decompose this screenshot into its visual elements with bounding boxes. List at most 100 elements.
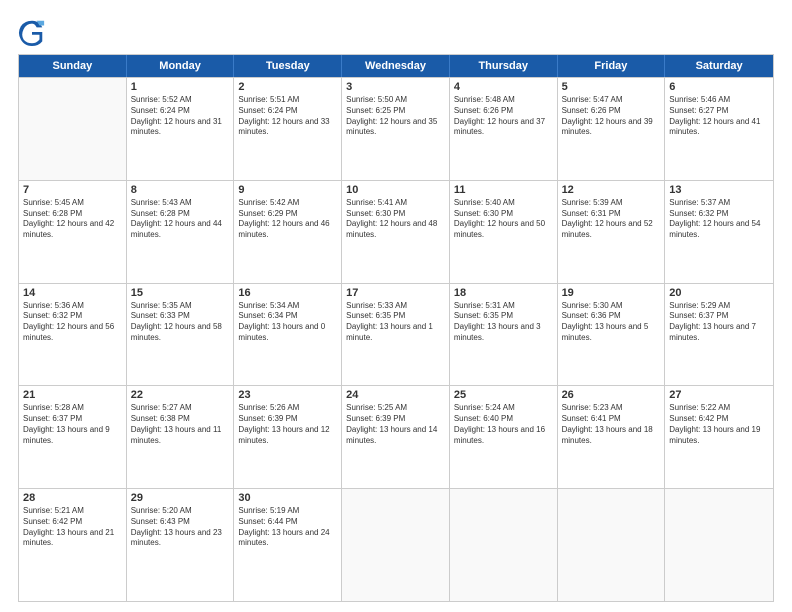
day-info: Sunrise: 5:24 AM Sunset: 6:40 PM Dayligh… <box>454 403 553 446</box>
day-cell-22: 22 Sunrise: 5:27 AM Sunset: 6:38 PM Dayli… <box>127 386 235 488</box>
day-info: Sunrise: 5:42 AM Sunset: 6:29 PM Dayligh… <box>238 198 337 241</box>
day-number: 22 <box>131 389 230 401</box>
day-number: 16 <box>238 287 337 299</box>
day-info: Sunrise: 5:21 AM Sunset: 6:42 PM Dayligh… <box>23 506 122 549</box>
day-number: 9 <box>238 184 337 196</box>
day-cell-28: 28 Sunrise: 5:21 AM Sunset: 6:42 PM Dayli… <box>19 489 127 601</box>
calendar-row-3: 14 Sunrise: 5:36 AM Sunset: 6:32 PM Dayli… <box>19 283 773 386</box>
day-number: 19 <box>562 287 661 299</box>
day-cell-3: 3 Sunrise: 5:50 AM Sunset: 6:25 PM Daylig… <box>342 78 450 180</box>
day-number: 1 <box>131 81 230 93</box>
header-day-friday: Friday <box>558 55 666 77</box>
day-info: Sunrise: 5:45 AM Sunset: 6:28 PM Dayligh… <box>23 198 122 241</box>
day-number: 12 <box>562 184 661 196</box>
day-cell-15: 15Sunrise: 5:35 AM Sunset: 6:33 PM Dayli… <box>127 284 235 386</box>
page: SundayMondayTuesdayWednesdayThursdayFrid… <box>0 0 792 612</box>
day-number: 17 <box>346 287 445 299</box>
day-info: Sunrise: 5:47 AM Sunset: 6:26 PM Dayligh… <box>562 95 661 138</box>
day-number: 30 <box>238 492 337 504</box>
header-day-thursday: Thursday <box>450 55 558 77</box>
day-cell-12: 12 Sunrise: 5:39 AM Sunset: 6:31 PM Dayli… <box>558 181 666 283</box>
day-cell-16: 16 Sunrise: 5:34 AM Sunset: 6:34 PM Dayli… <box>234 284 342 386</box>
day-info: Sunrise: 5:25 AM Sunset: 6:39 PM Dayligh… <box>346 403 445 446</box>
day-number: 4 <box>454 81 553 93</box>
day-number: 21 <box>23 389 122 401</box>
day-info: Sunrise: 5:48 AM Sunset: 6:26 PM Dayligh… <box>454 95 553 138</box>
day-info: Sunrise: 5:30 AM Sunset: 6:36 PM Dayligh… <box>562 301 661 344</box>
day-info: Sunrise: 5:34 AM Sunset: 6:34 PM Dayligh… <box>238 301 337 344</box>
calendar-row-2: 7 Sunrise: 5:45 AM Sunset: 6:28 PM Daylig… <box>19 180 773 283</box>
calendar-header: SundayMondayTuesdayWednesdayThursdayFrid… <box>19 55 773 77</box>
day-cell-21: 21 Sunrise: 5:28 AM Sunset: 6:37 PM Dayli… <box>19 386 127 488</box>
day-number: 8 <box>131 184 230 196</box>
day-info: Sunrise: 5:51 AM Sunset: 6:24 PM Dayligh… <box>238 95 337 138</box>
day-info: Sunrise: 5:43 AM Sunset: 6:28 PM Dayligh… <box>131 198 230 241</box>
day-cell-13: 13 Sunrise: 5:37 AM Sunset: 6:32 PM Dayli… <box>665 181 773 283</box>
day-info: Sunrise: 5:52 AM Sunset: 6:24 PM Dayligh… <box>131 95 230 138</box>
day-info: Sunrise: 5:26 AM Sunset: 6:39 PM Dayligh… <box>238 403 337 446</box>
day-cell-17: 17 Sunrise: 5:33 AM Sunset: 6:35 PM Dayli… <box>342 284 450 386</box>
day-info: Sunrise: 5:41 AM Sunset: 6:30 PM Dayligh… <box>346 198 445 241</box>
day-cell-19: 19 Sunrise: 5:30 AM Sunset: 6:36 PM Dayli… <box>558 284 666 386</box>
empty-cell <box>558 489 666 601</box>
calendar-row-5: 28 Sunrise: 5:21 AM Sunset: 6:42 PM Dayli… <box>19 488 773 601</box>
day-info: Sunrise: 5:27 AM Sunset: 6:38 PM Dayligh… <box>131 403 230 446</box>
calendar-row-4: 21 Sunrise: 5:28 AM Sunset: 6:37 PM Dayli… <box>19 385 773 488</box>
calendar: SundayMondayTuesdayWednesdayThursdayFrid… <box>18 54 774 602</box>
day-cell-10: 10 Sunrise: 5:41 AM Sunset: 6:30 PM Dayli… <box>342 181 450 283</box>
day-cell-7: 7 Sunrise: 5:45 AM Sunset: 6:28 PM Daylig… <box>19 181 127 283</box>
day-cell-18: 18 Sunrise: 5:31 AM Sunset: 6:35 PM Dayli… <box>450 284 558 386</box>
header-day-tuesday: Tuesday <box>234 55 342 77</box>
day-number: 14 <box>23 287 122 299</box>
day-info: Sunrise: 5:31 AM Sunset: 6:35 PM Dayligh… <box>454 301 553 344</box>
day-number: 7 <box>23 184 122 196</box>
header-day-saturday: Saturday <box>665 55 773 77</box>
day-cell-14: 14 Sunrise: 5:36 AM Sunset: 6:32 PM Dayli… <box>19 284 127 386</box>
day-number: 28 <box>23 492 122 504</box>
day-cell-4: 4 Sunrise: 5:48 AM Sunset: 6:26 PM Daylig… <box>450 78 558 180</box>
day-cell-26: 26Sunrise: 5:23 AM Sunset: 6:41 PM Dayli… <box>558 386 666 488</box>
day-info: Sunrise: 5:23 AM Sunset: 6:41 PM Dayligh… <box>562 403 661 446</box>
day-number: 18 <box>454 287 553 299</box>
calendar-row-1: 1 Sunrise: 5:52 AM Sunset: 6:24 PM Daylig… <box>19 77 773 180</box>
day-info: Sunrise: 5:22 AM Sunset: 6:42 PM Dayligh… <box>669 403 769 446</box>
day-number: 3 <box>346 81 445 93</box>
day-info: Sunrise: 5:19 AM Sunset: 6:44 PM Dayligh… <box>238 506 337 549</box>
day-info: Sunrise: 5:50 AM Sunset: 6:25 PM Dayligh… <box>346 95 445 138</box>
day-info: Sunrise: 5:46 AM Sunset: 6:27 PM Dayligh… <box>669 95 769 138</box>
day-info: Sunrise: 5:29 AM Sunset: 6:37 PM Dayligh… <box>669 301 769 344</box>
header-day-sunday: Sunday <box>19 55 127 77</box>
day-cell-8: 8 Sunrise: 5:43 AM Sunset: 6:28 PM Daylig… <box>127 181 235 283</box>
day-number: 27 <box>669 389 769 401</box>
day-cell-9: 9 Sunrise: 5:42 AM Sunset: 6:29 PM Daylig… <box>234 181 342 283</box>
day-info: Sunrise: 5:20 AM Sunset: 6:43 PM Dayligh… <box>131 506 230 549</box>
empty-cell <box>665 489 773 601</box>
empty-cell <box>450 489 558 601</box>
day-cell-24: 24 Sunrise: 5:25 AM Sunset: 6:39 PM Dayli… <box>342 386 450 488</box>
day-cell-1: 1 Sunrise: 5:52 AM Sunset: 6:24 PM Daylig… <box>127 78 235 180</box>
calendar-body: 1 Sunrise: 5:52 AM Sunset: 6:24 PM Daylig… <box>19 77 773 601</box>
day-number: 6 <box>669 81 769 93</box>
header <box>18 18 774 46</box>
day-info: Sunrise: 5:35 AM Sunset: 6:33 PM Dayligh… <box>131 301 230 344</box>
day-info: Sunrise: 5:33 AM Sunset: 6:35 PM Dayligh… <box>346 301 445 344</box>
day-info: Sunrise: 5:37 AM Sunset: 6:32 PM Dayligh… <box>669 198 769 241</box>
day-number: 2 <box>238 81 337 93</box>
day-cell-27: 27 Sunrise: 5:22 AM Sunset: 6:42 PM Dayli… <box>665 386 773 488</box>
day-cell-23: 23 Sunrise: 5:26 AM Sunset: 6:39 PM Dayli… <box>234 386 342 488</box>
empty-cell <box>19 78 127 180</box>
header-day-monday: Monday <box>127 55 235 77</box>
empty-cell <box>342 489 450 601</box>
day-info: Sunrise: 5:28 AM Sunset: 6:37 PM Dayligh… <box>23 403 122 446</box>
header-day-wednesday: Wednesday <box>342 55 450 77</box>
day-number: 13 <box>669 184 769 196</box>
day-info: Sunrise: 5:39 AM Sunset: 6:31 PM Dayligh… <box>562 198 661 241</box>
day-info: Sunrise: 5:36 AM Sunset: 6:32 PM Dayligh… <box>23 301 122 344</box>
day-cell-29: 29Sunrise: 5:20 AM Sunset: 6:43 PM Dayli… <box>127 489 235 601</box>
day-cell-30: 30 Sunrise: 5:19 AM Sunset: 6:44 PM Dayli… <box>234 489 342 601</box>
day-number: 10 <box>346 184 445 196</box>
day-number: 23 <box>238 389 337 401</box>
day-number: 20 <box>669 287 769 299</box>
day-number: 24 <box>346 389 445 401</box>
day-cell-11: 11Sunrise: 5:40 AM Sunset: 6:30 PM Dayli… <box>450 181 558 283</box>
